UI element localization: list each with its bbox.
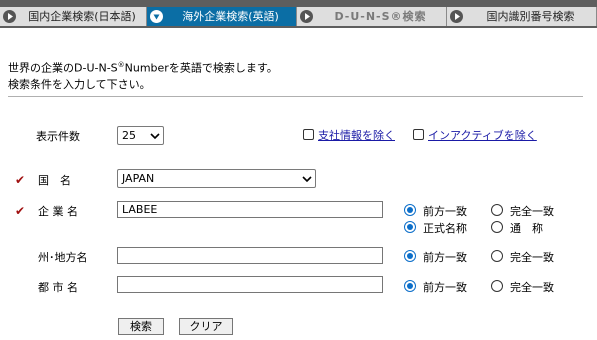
tab-label: D-U-N-S®検索 xyxy=(334,10,427,23)
required-check-icon: ✔ xyxy=(15,173,26,187)
state-exact-label: 完全一致 xyxy=(510,251,554,264)
company-official-label: 正式名称 xyxy=(423,222,467,235)
exclude-branch-checkbox[interactable] xyxy=(303,129,314,140)
exclude-inactive-checkbox[interactable] xyxy=(413,129,424,140)
tab-duns-search[interactable]: D-U-N-S®検索 xyxy=(297,7,447,26)
state-label: 州･地方名 xyxy=(38,251,88,264)
country-value: JAPAN xyxy=(122,172,155,185)
state-input[interactable] xyxy=(117,247,383,264)
city-input[interactable] xyxy=(117,276,383,293)
clear-button[interactable]: クリア xyxy=(179,318,233,335)
company-name-input[interactable]: LABEE xyxy=(117,201,383,218)
city-label: 都 市 名 xyxy=(38,281,78,294)
tab-label: 国内識別番号検索 xyxy=(486,10,575,23)
registered-mark: ® xyxy=(117,61,125,69)
tab-bar: 国内企業検索(日本語) 海外企業検索(英語) D-U-N-S®検索 国内識別番号… xyxy=(0,0,597,28)
chevron-down-icon xyxy=(302,176,312,183)
tab-domestic-japanese[interactable]: 国内企業検索(日本語) xyxy=(0,7,147,26)
tab-overseas-english[interactable]: 海外企業検索(英語) xyxy=(147,7,297,26)
company-exact-label: 完全一致 xyxy=(510,205,554,218)
tab-label: 国内企業検索(日本語) xyxy=(28,10,136,23)
required-check-icon: ✔ xyxy=(15,204,26,218)
country-select[interactable]: JAPAN xyxy=(117,169,316,188)
display-count-value: 25 xyxy=(122,129,136,142)
company-common-label: 通 称 xyxy=(510,222,543,235)
company-prefix-radio[interactable] xyxy=(404,204,416,216)
state-exact-radio[interactable] xyxy=(491,250,503,262)
play-icon xyxy=(3,10,16,23)
intro-line1: 世界の企業のD-U-N-S xyxy=(8,61,118,75)
city-prefix-radio[interactable] xyxy=(404,280,416,292)
exclude-inactive-link[interactable]: インアクティブを除く xyxy=(428,127,537,143)
tab-domestic-id-search[interactable]: 国内識別番号検索 xyxy=(447,7,597,26)
company-official-radio[interactable] xyxy=(404,221,416,233)
intro-text: 世界の企業のD-U-N-S®Numberを英語で検索します。 検索条件を入力して… xyxy=(8,57,278,93)
chevron-down-icon xyxy=(150,10,163,23)
play-icon xyxy=(300,10,313,23)
exclude-branch-link[interactable]: 支社情報を除く xyxy=(318,127,395,143)
state-prefix-radio[interactable] xyxy=(404,250,416,262)
company-exact-radio[interactable] xyxy=(491,204,503,216)
divider xyxy=(8,96,583,97)
intro-line2: 検索条件を入力して下さい。 xyxy=(8,77,151,91)
display-count-select[interactable]: 25 xyxy=(117,126,164,145)
intro-line1-rest: Numberを英語で検索します。 xyxy=(124,61,278,75)
chevron-down-icon xyxy=(150,133,160,140)
company-label: 企 業 名 xyxy=(38,205,78,218)
play-icon xyxy=(450,10,463,23)
company-prefix-label: 前方一致 xyxy=(423,205,467,218)
search-button[interactable]: 検索 xyxy=(118,318,164,335)
city-exact-label: 完全一致 xyxy=(510,281,554,294)
city-prefix-label: 前方一致 xyxy=(423,281,467,294)
state-prefix-label: 前方一致 xyxy=(423,251,467,264)
company-common-radio[interactable] xyxy=(491,221,503,233)
tab-label: 海外企業検索(英語) xyxy=(182,10,279,23)
country-label: 国 名 xyxy=(38,174,71,187)
city-exact-radio[interactable] xyxy=(491,280,503,292)
display-count-label: 表示件数 xyxy=(36,130,80,143)
